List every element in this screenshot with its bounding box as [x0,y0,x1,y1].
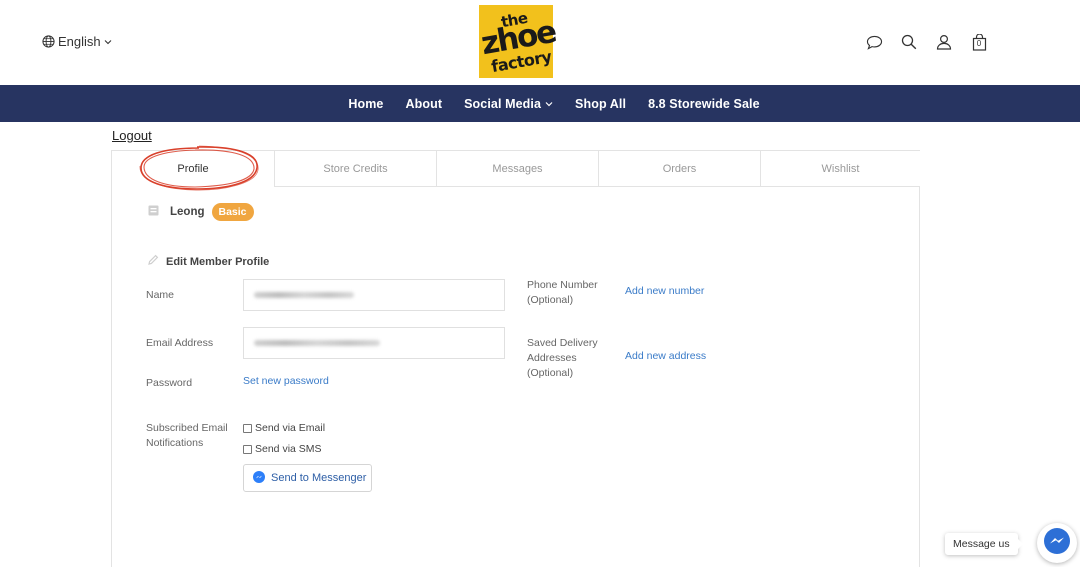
user-icon[interactable] [933,31,955,53]
nav-item-home[interactable]: Home [337,97,394,111]
cart-count: 0 [976,39,982,48]
message-us-tooltip[interactable]: Message us [945,533,1023,555]
name-label: Name [146,289,175,301]
language-label: English [58,34,101,49]
messenger-icon [253,470,265,486]
search-icon[interactable] [898,31,920,53]
address-label: Saved Delivery Addresses (Optional) [527,337,598,379]
name-value-redacted [254,292,354,298]
cart-icon[interactable]: 0 [968,31,990,53]
phone-label: Phone Number (Optional) [527,279,598,306]
notifications-label: Subscribed Email Notifications [146,422,228,449]
site-header: English the zhoe factory 0 [0,0,1080,85]
id-card-icon [148,203,159,221]
password-label: Password [146,377,193,389]
header-icons: 0 [863,31,990,53]
chevron-down-icon [104,38,112,46]
nav-item-shop-all[interactable]: Shop All [564,97,637,111]
email-value-redacted [254,340,380,346]
send-via-sms-checkbox[interactable]: Send via SMS [243,443,322,455]
chat-icon[interactable] [863,31,885,53]
main-nav: Home About Social Media Shop All 8.8 Sto… [0,85,1080,122]
edit-profile-title: Edit Member Profile [147,254,269,269]
email-field[interactable] [243,327,505,359]
chevron-down-icon [545,97,553,111]
checkbox-box[interactable] [243,444,252,454]
logout-link[interactable]: Logout [112,128,152,143]
messenger-chat-button[interactable] [1037,523,1077,563]
member-name: Leong [170,206,205,218]
globe-icon [42,35,55,48]
account-tabs: Profile Store Credits Messages Orders Wi… [112,150,920,187]
add-address-link[interactable]: Add new address [625,350,706,362]
site-logo[interactable]: the zhoe factory [478,5,558,78]
name-field[interactable] [243,279,505,311]
tab-orders[interactable]: Orders [598,151,760,187]
send-to-messenger-button[interactable]: Send to Messenger [243,464,372,492]
send-via-email-checkbox[interactable]: Send via Email [243,422,325,434]
add-number-link[interactable]: Add new number [625,285,704,297]
tab-store-credits[interactable]: Store Credits [274,151,436,187]
member-tier-badge: Basic [211,203,254,221]
member-panel: Profile Store Credits Messages Orders Wi… [111,145,920,567]
nav-item-social-media[interactable]: Social Media [453,97,564,111]
tab-profile[interactable]: Profile [112,151,274,187]
pencil-icon [147,254,159,269]
nav-item-about[interactable]: About [395,97,454,111]
language-selector[interactable]: English [42,34,112,49]
checkbox-box[interactable] [243,423,252,433]
tab-messages[interactable]: Messages [436,151,598,187]
tab-wishlist[interactable]: Wishlist [760,151,920,187]
nav-item-storewide-sale[interactable]: 8.8 Storewide Sale [637,97,771,111]
messenger-icon [1043,527,1071,560]
set-password-link[interactable]: Set new password [243,375,329,387]
member-info: Leong Basic [148,203,254,221]
email-label: Email Address [146,337,214,349]
